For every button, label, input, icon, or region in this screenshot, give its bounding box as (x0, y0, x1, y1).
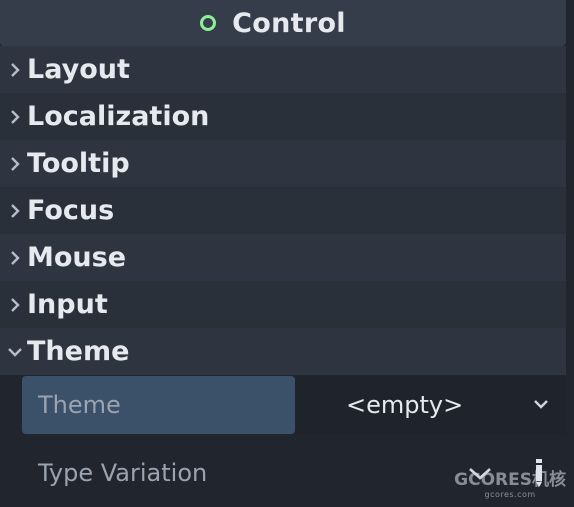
inspector-header: Control (0, 0, 566, 46)
section-localization[interactable]: Localization (0, 93, 566, 140)
section-label: Input (27, 289, 108, 320)
chevron-right-icon (6, 187, 24, 234)
chevron-right-icon (6, 93, 24, 140)
section-label: Focus (27, 195, 115, 226)
watermark-text: GCORES机核 (454, 470, 566, 490)
section-label: Mouse (27, 242, 127, 273)
type-variation-label: Type Variation (38, 459, 208, 487)
chevron-right-icon (6, 46, 24, 93)
watermark-subtext: gcores.com (484, 490, 536, 499)
chevron-right-icon (6, 140, 24, 187)
chevron-right-icon (6, 281, 24, 328)
section-tooltip[interactable]: Tooltip (0, 140, 566, 187)
section-label: Theme (27, 336, 130, 367)
section-input[interactable]: Input (0, 281, 566, 328)
chevron-down-icon[interactable] (532, 396, 550, 412)
theme-resource-picker[interactable]: <empty> (295, 376, 566, 434)
watermark: GCORES机核 gcores.com (454, 472, 566, 499)
section-theme[interactable]: Theme (0, 328, 566, 375)
section-label: Tooltip (27, 148, 130, 179)
chevron-down-icon (6, 328, 24, 375)
header-title: Control (232, 7, 346, 39)
section-label: Localization (27, 101, 210, 132)
control-node-icon (200, 15, 217, 31)
section-list: Layout Localization Tooltip Focus Mouse … (0, 46, 566, 375)
section-focus[interactable]: Focus (0, 187, 566, 234)
section-label: Layout (27, 54, 130, 85)
section-layout[interactable]: Layout (0, 46, 566, 93)
chevron-right-icon (6, 234, 24, 281)
theme-property-label: Theme (22, 376, 295, 434)
theme-value: <empty> (346, 391, 464, 419)
theme-property-row: Theme <empty> (22, 376, 566, 434)
section-mouse[interactable]: Mouse (0, 234, 566, 281)
